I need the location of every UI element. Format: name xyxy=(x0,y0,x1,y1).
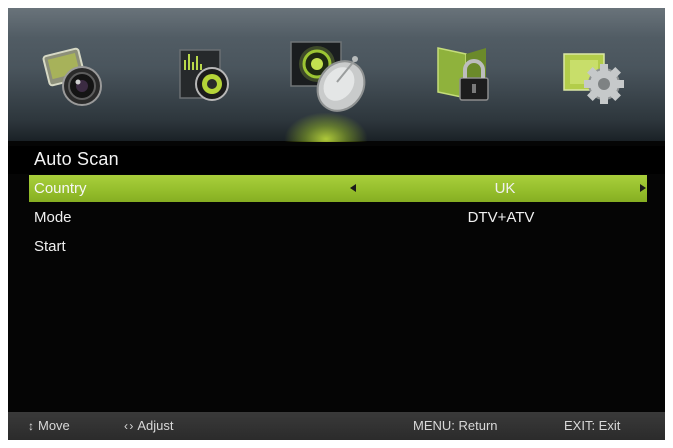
hint-move: ↕ Move xyxy=(28,418,70,433)
padlock-icon[interactable] xyxy=(426,42,504,110)
menu-tab-bar xyxy=(8,8,665,142)
up-down-arrows-icon: ↕ xyxy=(28,419,34,433)
satellite-dish-icon[interactable] xyxy=(287,38,371,114)
option-label: Mode xyxy=(34,209,72,226)
settings-gear-icon[interactable] xyxy=(556,42,634,110)
option-row-mode[interactable]: Mode DTV+ATV xyxy=(8,204,665,231)
option-row-start[interactable]: Start xyxy=(8,233,665,260)
tv-menu-screen: Auto Scan Country UK Mode DTV+ATV Start … xyxy=(8,8,665,440)
hint-exit: EXIT: Exit xyxy=(564,418,621,433)
left-right-arrows-icon: ‹ › xyxy=(124,419,133,433)
option-label: Country xyxy=(34,180,87,197)
option-label: Start xyxy=(34,238,66,255)
arrow-left-icon[interactable] xyxy=(350,184,356,192)
selected-tab-glow xyxy=(284,112,368,142)
option-value: DTV+ATV xyxy=(467,209,535,226)
hint-menu-return: MENU: Return xyxy=(413,418,498,433)
option-value: UK xyxy=(494,180,516,197)
sound-speaker-icon[interactable] xyxy=(168,42,246,110)
picture-lens-icon[interactable] xyxy=(38,42,116,110)
page-title: Auto Scan xyxy=(34,149,119,169)
footer-hint-bar: ↕ Move ‹ › Adjust MENU: Return EXIT: Exit xyxy=(8,412,665,440)
arrow-right-icon[interactable] xyxy=(640,184,646,192)
hint-adjust: ‹ › Adjust xyxy=(124,418,174,433)
option-row-country[interactable]: Country UK xyxy=(29,175,647,202)
